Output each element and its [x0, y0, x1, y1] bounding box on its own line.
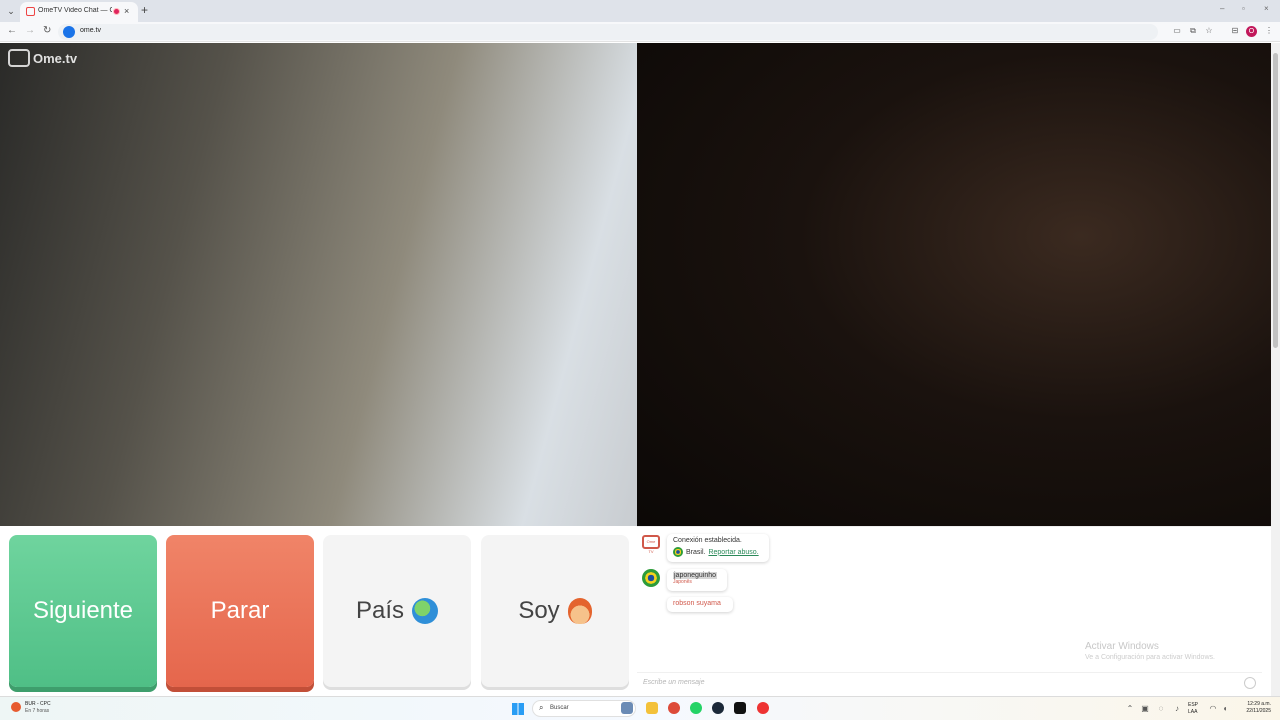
partner-subtitle: Japonês — [673, 579, 692, 585]
recorder-icon[interactable] — [757, 702, 769, 714]
tv-logo-icon — [8, 49, 30, 67]
steam-icon[interactable] — [712, 702, 724, 714]
forward-button[interactable]: → — [25, 25, 35, 36]
stop-label: Parar — [210, 597, 270, 624]
bookmark-star-icon[interactable]: ☆ — [1204, 26, 1214, 36]
logo-text: Ome.tv — [33, 50, 78, 66]
reload-button[interactable]: ↻ — [43, 25, 51, 36]
file-explorer-icon[interactable] — [646, 702, 658, 714]
weather-subtitle: En 7 horas — [25, 708, 50, 714]
maximize-button[interactable]: ▫ — [1242, 4, 1245, 13]
next-button[interactable]: Siguiente — [9, 535, 157, 687]
address-bar-row: ← → ↻ ome.tv ▭ ⧉ ☆ ⊟ ⋮ — [0, 22, 1280, 42]
tab-title: OmeTV Video Chat — Ome — [38, 7, 112, 14]
language-line1[interactable]: ESP — [1188, 702, 1198, 708]
tab-favicon-icon — [26, 7, 35, 16]
partner-country-row: Brasil. Reportar abuso. — [673, 547, 763, 557]
report-abuse-link[interactable]: Reportar abuso. — [708, 549, 758, 556]
scrollbar-thumb[interactable] — [1273, 53, 1278, 348]
country-button[interactable]: País — [323, 535, 471, 687]
chat-panel: Ome TV Conexión establecida. Brasil. Rep… — [637, 526, 1271, 696]
tray-mic-icon[interactable]: ♪ — [1172, 704, 1182, 714]
gender-label: Soy — [518, 597, 560, 624]
copilot-icon[interactable] — [621, 702, 633, 714]
activate-windows-subtitle: Ve a Configuración para activar Windows. — [1085, 654, 1215, 661]
cast-icon[interactable]: ▭ — [1172, 26, 1182, 36]
system-message: Conexión establecida. Brasil. Reportar a… — [667, 534, 769, 562]
site-info-icon[interactable] — [63, 26, 75, 38]
message-input[interactable]: Escribe un mensaje — [637, 672, 1262, 692]
activate-windows-title: Activar Windows — [1085, 641, 1159, 652]
boy-icon — [567, 598, 592, 624]
partner-video — [637, 43, 1271, 526]
partner-flag-icon — [642, 569, 660, 587]
weather-icon[interactable] — [11, 702, 21, 712]
recording-indicator-icon — [113, 8, 120, 15]
tray-chevron-icon[interactable]: ⌃ — [1125, 704, 1135, 714]
local-video: Ome.tv — [0, 43, 637, 526]
next-label: Siguiente — [32, 597, 134, 624]
profile-avatar[interactable]: O — [1246, 26, 1257, 37]
brazil-flag-icon — [673, 547, 683, 557]
tray-network-icon[interactable]: ◌ — [1156, 704, 1166, 714]
ometv-logo: Ome.tv — [8, 49, 77, 67]
partner-info-message: japoneguinho Japonês — [667, 569, 727, 591]
tiktok-icon[interactable] — [734, 702, 746, 714]
browser-tab-bar: ⌄ OmeTV Video Chat — Ome × + – ▫ × — [0, 0, 1280, 22]
gender-button[interactable]: Soy — [481, 535, 629, 687]
back-button[interactable]: ← — [7, 25, 17, 36]
search-icon: ⌕ — [539, 703, 544, 712]
minimize-button[interactable]: – — [1220, 4, 1224, 13]
whatsapp-icon[interactable] — [690, 702, 702, 714]
extensions-icon[interactable]: ⊟ — [1230, 26, 1240, 36]
message-placeholder: Escribe un mensaje — [643, 679, 705, 686]
partner-name: japoneguinho — [673, 572, 718, 579]
chrome-icon[interactable] — [668, 702, 680, 714]
country-label: País — [355, 597, 405, 624]
control-panel: Siguiente Parar País Soy — [0, 526, 637, 696]
emoji-icon[interactable] — [1244, 677, 1256, 689]
url-field[interactable]: ome.tv — [58, 24, 1158, 40]
clock-time[interactable]: 12:29 a.m. — [1238, 701, 1271, 707]
weather-title[interactable]: BUR - CPC — [25, 701, 51, 707]
stop-button[interactable]: Parar — [166, 535, 314, 687]
url-text: ome.tv — [80, 27, 102, 34]
connection-text: Conexión establecida. — [673, 537, 742, 544]
menu-kebab-icon[interactable]: ⋮ — [1264, 26, 1274, 36]
tray-app-icon[interactable]: ▣ — [1140, 704, 1150, 714]
wifi-icon[interactable]: ◠ — [1208, 704, 1218, 714]
language-line2: LAA — [1188, 709, 1198, 715]
windows-taskbar: BUR - CPC En 7 horas ⌕ Buscar ⌃ ▣ ◌ ♪ ES… — [0, 696, 1280, 720]
page-scrollbar[interactable] — [1271, 43, 1280, 696]
tab-list-chevron-icon[interactable]: ⌄ — [4, 4, 18, 18]
partner-country: Brasil. — [686, 548, 706, 556]
browser-tab[interactable]: OmeTV Video Chat — Ome × — [20, 2, 138, 22]
tab-close-icon[interactable]: × — [124, 6, 129, 16]
translate-icon[interactable]: ⧉ — [1188, 26, 1198, 36]
ometv-system-icon: Ome TV — [642, 535, 660, 554]
clock-date: 22/11/2025 — [1246, 708, 1271, 714]
window-close-button[interactable]: × — [1264, 4, 1269, 13]
chat-message: robson suyama — [667, 597, 733, 612]
volume-icon[interactable]: ◖ — [1220, 704, 1230, 714]
new-tab-button[interactable]: + — [141, 3, 148, 17]
start-icon[interactable] — [512, 703, 524, 715]
search-placeholder: Buscar — [550, 705, 569, 711]
globe-icon — [412, 598, 439, 624]
